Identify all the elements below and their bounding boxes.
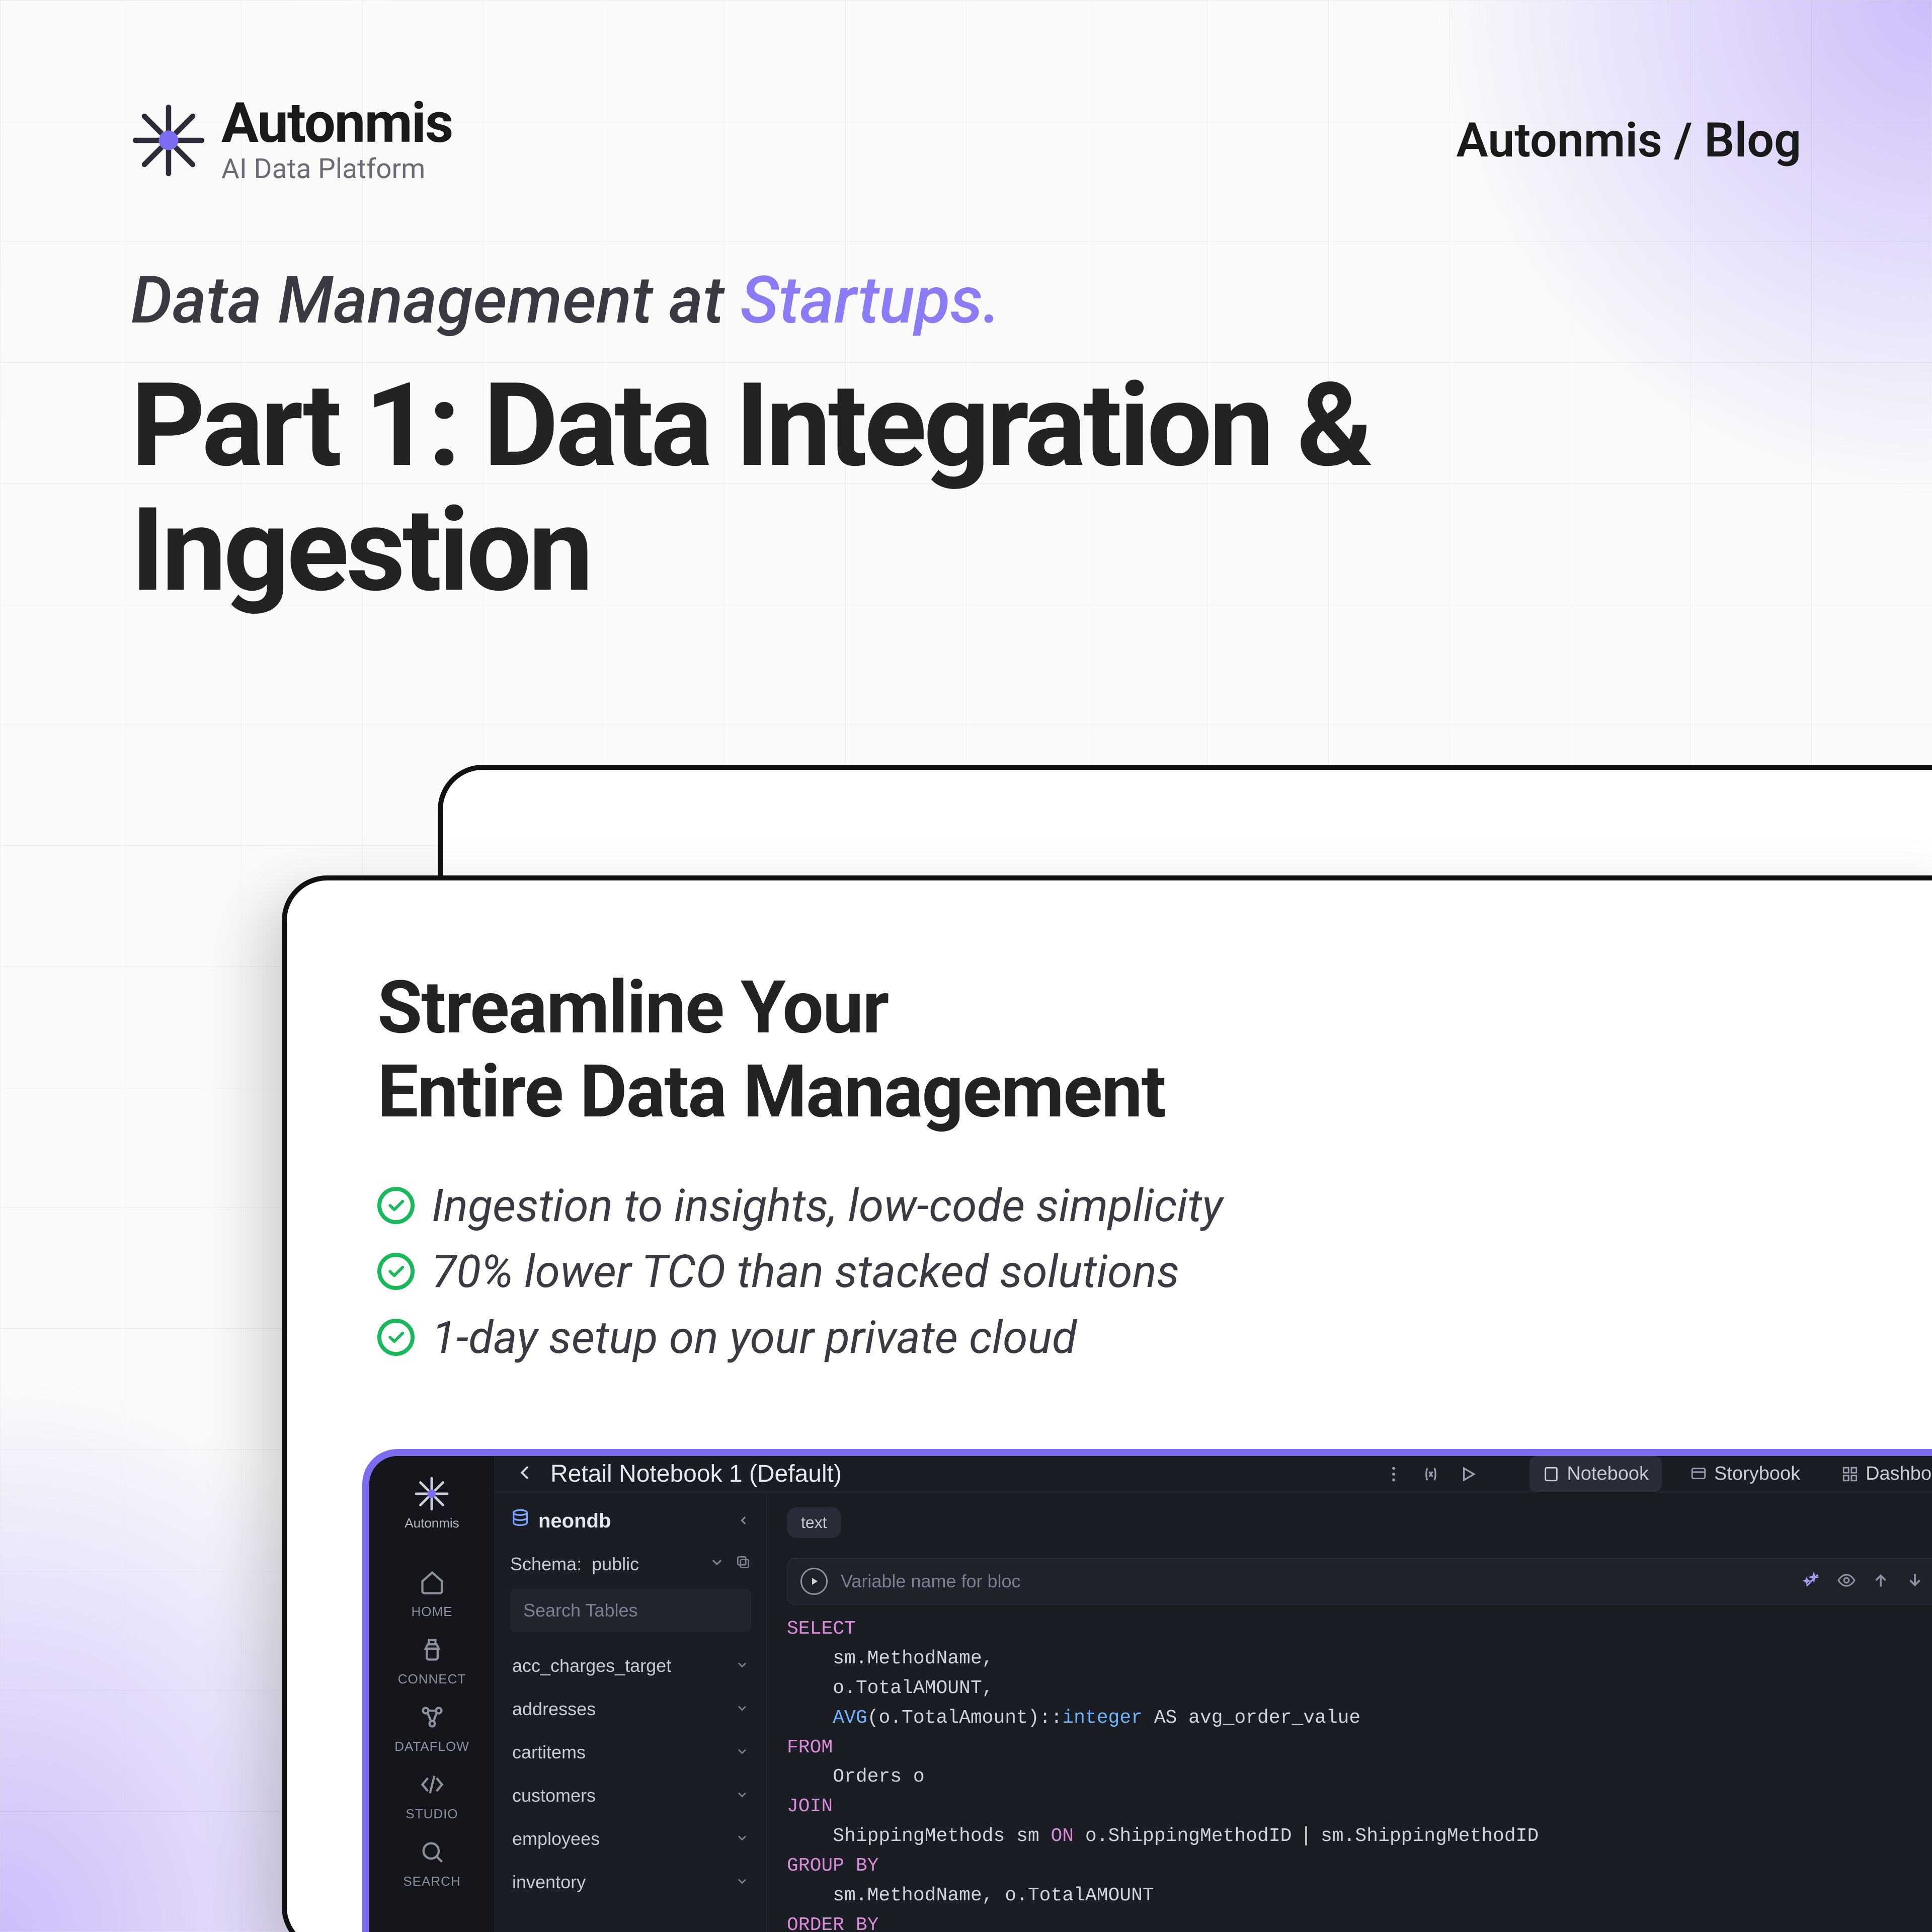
database-icon [510, 1508, 530, 1534]
app-topbar: Retail Notebook 1 (Default) Notebook Sto… [495, 1456, 1932, 1492]
table-name: customers [512, 1785, 596, 1806]
check-icon [377, 1253, 415, 1290]
tab-dashboard[interactable]: Dashboard [1828, 1456, 1932, 1492]
chevron-down-icon[interactable] [735, 1699, 749, 1720]
more-icon[interactable] [1383, 1463, 1405, 1485]
chevron-down-icon[interactable] [735, 1872, 749, 1893]
studio-icon [419, 1772, 445, 1801]
connect-icon [419, 1637, 445, 1666]
rail-label: DATAFLOW [394, 1739, 469, 1754]
tab-storybook-label: Storybook [1714, 1463, 1800, 1485]
schema-row[interactable]: Schema: public [510, 1554, 751, 1575]
kicker-prefix: Data Management at [131, 262, 740, 339]
rail-label: CONNECT [398, 1671, 466, 1687]
rail-item-connect[interactable]: CONNECT [394, 1637, 469, 1687]
check-icon [377, 1319, 415, 1356]
table-name: addresses [512, 1699, 596, 1720]
variable-name-input[interactable]: Variable name for bloc [841, 1571, 1021, 1592]
notebook-title: Retail Notebook 1 (Default) [550, 1460, 842, 1488]
run-all-icon[interactable] [1457, 1463, 1479, 1485]
db-node[interactable]: neondb [510, 1508, 751, 1534]
chevron-down-icon[interactable] [709, 1554, 725, 1575]
table-name: acc_charges_target [512, 1655, 671, 1676]
db-name: neondb [538, 1510, 611, 1533]
table-row[interactable]: cartitems [510, 1731, 751, 1774]
move-down-icon[interactable] [1905, 1571, 1924, 1592]
bullet-text: 1-day setup on your private cloud [432, 1311, 1077, 1364]
schema-label: Schema: [510, 1554, 582, 1575]
bullet-text: 70% lower TCO than stacked solutions [432, 1245, 1179, 1298]
breadcrumb[interactable]: Autonmis / Blog [1456, 113, 1801, 169]
tab-dashboard-label: Dashboard [1866, 1463, 1932, 1485]
chevron-left-icon[interactable] [737, 1510, 751, 1533]
search-tables-input[interactable]: Search Tables [510, 1589, 751, 1632]
dataflow-icon [419, 1704, 445, 1734]
table-row[interactable]: employees [510, 1817, 751, 1861]
table-row[interactable]: acc_charges_target [510, 1644, 751, 1687]
chevron-down-icon[interactable] [735, 1742, 749, 1763]
bullet-item: 1-day setup on your private cloud [377, 1311, 1912, 1364]
schema-tree: neondb Schema: public Search Tables acc_… [495, 1492, 767, 1932]
brand-logo: Autonmis AI Data Platform [131, 96, 452, 185]
table-row[interactable]: customers [510, 1774, 751, 1817]
magic-icon[interactable] [1803, 1571, 1822, 1592]
table-name: cartitems [512, 1742, 586, 1763]
bullet-text: Ingestion to insights, low-code simplici… [432, 1179, 1223, 1232]
bullet-item: 70% lower TCO than stacked solutions [377, 1245, 1912, 1298]
app-rail: Autonmis HOME CONNECT DATAFLOW STUDIO SEARCH [369, 1456, 495, 1932]
rail-label: STUDIO [406, 1806, 458, 1822]
editor: text Variable name for bloc SELECT sm.Me… [767, 1492, 1932, 1932]
rail-label: SEARCH [403, 1874, 460, 1889]
card-heading-line2: Entire Data Management [377, 1049, 1165, 1135]
eye-icon[interactable] [1837, 1571, 1856, 1592]
cell-tag[interactable]: text [787, 1507, 841, 1538]
rail-brand-label: Autonmis [405, 1515, 459, 1531]
rail-item-dataflow[interactable]: DATAFLOW [394, 1704, 469, 1754]
home-icon [419, 1569, 445, 1599]
kicker-accent: Startups. [740, 262, 1000, 339]
table-row[interactable]: inventory [510, 1861, 751, 1904]
tab-storybook[interactable]: Storybook [1677, 1456, 1813, 1492]
kicker: Data Management at Startups. [131, 262, 1801, 339]
chevron-down-icon[interactable] [735, 1785, 749, 1806]
chevron-down-icon[interactable] [735, 1655, 749, 1676]
table-row[interactable]: addresses [510, 1687, 751, 1731]
variables-icon[interactable] [1420, 1463, 1442, 1485]
check-icon [377, 1187, 415, 1224]
brand-name: Autonmis [221, 96, 452, 151]
brand-mark-icon [131, 103, 206, 178]
page-title: Part 1: Data Integration & Ingestion [131, 364, 1801, 614]
bullet-item: Ingestion to insights, low-code simplici… [377, 1179, 1912, 1232]
sql-code[interactable]: SELECT sm.MethodName, o.TotalAMOUNT, AVG… [787, 1615, 1932, 1932]
tab-notebook-label: Notebook [1567, 1463, 1649, 1485]
chevron-down-icon[interactable] [735, 1828, 749, 1849]
schema-value: public [592, 1554, 639, 1575]
rail-item-home[interactable]: HOME [394, 1569, 469, 1620]
table-name: employees [512, 1828, 600, 1849]
move-up-icon[interactable] [1871, 1571, 1890, 1592]
rail-item-search[interactable]: SEARCH [394, 1839, 469, 1889]
rail-item-studio[interactable]: STUDIO [394, 1772, 469, 1822]
rail-label: HOME [412, 1604, 453, 1620]
app-screenshot: Autonmis HOME CONNECT DATAFLOW STUDIO SEARCH… [362, 1449, 1932, 1932]
card-heading-line1: Streamline Your [377, 965, 888, 1051]
cell-header: Variable name for bloc [787, 1558, 1932, 1604]
brand-tagline: AI Data Platform [221, 153, 452, 185]
card-heading: Streamline Your Entire Data Management [377, 966, 1912, 1134]
search-icon [419, 1839, 445, 1869]
table-name: inventory [512, 1872, 586, 1893]
run-cell-button[interactable] [800, 1568, 828, 1595]
rail-logo[interactable]: Autonmis [405, 1476, 459, 1531]
tab-notebook[interactable]: Notebook [1530, 1456, 1662, 1492]
copy-icon[interactable] [735, 1554, 751, 1575]
back-icon[interactable] [515, 1463, 535, 1485]
